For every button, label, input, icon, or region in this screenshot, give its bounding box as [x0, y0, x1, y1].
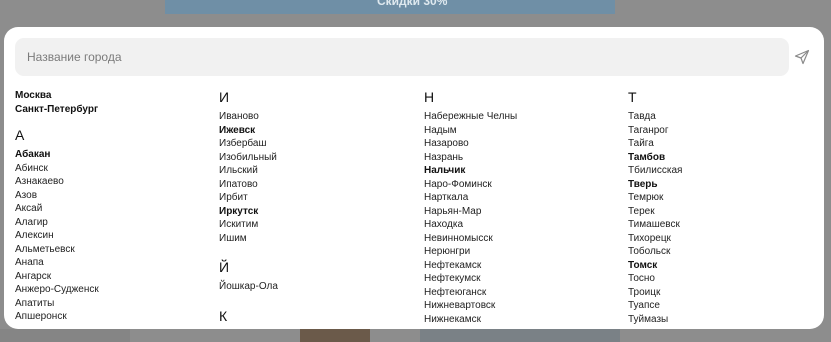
city-item[interactable]: Нефтеюганск — [424, 286, 614, 300]
city-item[interactable]: Тбилисская — [628, 164, 818, 178]
letter-group: Т Тавда Таганрог Тайга Тамбов Тбилисская Тверь… — [628, 89, 818, 326]
city-item[interactable]: Тамбов — [628, 151, 818, 165]
city-item[interactable]: Санкт-Петербург — [15, 103, 205, 117]
city-item[interactable]: Анжеро-Судженск — [15, 283, 205, 297]
letter-group: Й Йошкар-Ола — [219, 259, 409, 294]
city-item[interactable]: Ирбит — [219, 191, 409, 205]
banner-text: Скидки 30% — [377, 0, 448, 8]
city-column-1: Москва Санкт-Петербург А Абакан Абинск Азнака… — [15, 89, 205, 324]
background-strip — [0, 329, 130, 342]
city-item[interactable]: Иваново — [219, 110, 409, 124]
letter-group: Москва Санкт-Петербург — [15, 89, 205, 116]
city-item[interactable]: Набережные Челны — [424, 110, 614, 124]
city-item[interactable]: Тавда — [628, 110, 818, 124]
city-item[interactable]: Абинск — [15, 162, 205, 176]
city-item[interactable]: Ижевск — [219, 124, 409, 138]
city-item[interactable]: Азнакаево — [15, 175, 205, 189]
city-item[interactable]: Апшеронск — [15, 310, 205, 324]
city-item[interactable]: Нарткала — [424, 191, 614, 205]
city-item[interactable]: Тихорецк — [628, 232, 818, 246]
city-item[interactable]: Нарьян-Мар — [424, 205, 614, 219]
city-item[interactable]: Тверь — [628, 178, 818, 192]
city-item[interactable]: Нижнекамск — [424, 313, 614, 327]
letter-heading: Н — [424, 89, 435, 105]
city-item[interactable]: Ишим — [219, 232, 409, 246]
city-item[interactable]: Невинномысск — [424, 232, 614, 246]
city-item[interactable]: Наро-Фоминск — [424, 178, 614, 192]
background-banner: Скидки 30% — [165, 0, 615, 14]
letter-heading: Й — [219, 259, 230, 275]
city-item[interactable]: Альметьевск — [15, 243, 205, 257]
city-item[interactable]: Ильский — [219, 164, 409, 178]
city-search-box[interactable] — [15, 38, 789, 76]
city-item[interactable]: Тосно — [628, 272, 818, 286]
city-item[interactable]: Ипатово — [219, 178, 409, 192]
city-item[interactable]: Ангарск — [15, 270, 205, 284]
city-item[interactable]: Азов — [15, 189, 205, 203]
city-column-4: Т Тавда Таганрог Тайга Тамбов Тбилисская Тверь… — [628, 89, 818, 326]
city-item[interactable]: Темрюк — [628, 191, 818, 205]
letter-group: А Абакан Абинск Азнакаево Азов Аксай Алагир Але… — [15, 127, 205, 324]
city-item[interactable]: Анапа — [15, 256, 205, 270]
city-item[interactable]: Нерюнгри — [424, 245, 614, 259]
city-item[interactable]: Троицк — [628, 286, 818, 300]
city-item[interactable]: Алексин — [15, 229, 205, 243]
background-strip — [420, 328, 620, 342]
city-item[interactable]: Туапсе — [628, 299, 818, 313]
city-item[interactable]: Нефтекамск — [424, 259, 614, 273]
letter-heading: И — [219, 89, 230, 105]
letter-group: К — [219, 308, 409, 324]
city-item[interactable]: Нижневартовск — [424, 299, 614, 313]
city-item[interactable]: Тимашевск — [628, 218, 818, 232]
city-item[interactable]: Надым — [424, 124, 614, 138]
city-item[interactable]: Находка — [424, 218, 614, 232]
city-item[interactable]: Москва — [15, 89, 205, 103]
letter-heading: Т — [628, 89, 637, 105]
city-item[interactable]: Избербаш — [219, 137, 409, 151]
city-item[interactable]: Назрань — [424, 151, 614, 165]
city-item[interactable]: Туймазы — [628, 313, 818, 327]
letter-group: И Иваново Ижевск Избербаш Изобильный Ильский И… — [219, 89, 409, 245]
city-item[interactable]: Нальчик — [424, 164, 614, 178]
letter-heading: А — [15, 127, 25, 143]
city-item[interactable]: Изобильный — [219, 151, 409, 165]
city-item[interactable]: Апатиты — [15, 297, 205, 311]
city-item[interactable]: Йошкар-Ола — [219, 280, 409, 294]
letter-group: Н Набережные Челны Надым Назарово Назрань Нал… — [424, 89, 614, 326]
city-item[interactable]: Иркутск — [219, 205, 409, 219]
city-search-input[interactable] — [15, 38, 767, 76]
city-item[interactable]: Алагир — [15, 216, 205, 230]
city-item[interactable]: Таганрог — [628, 124, 818, 138]
city-item[interactable]: Тайга — [628, 137, 818, 151]
city-item[interactable]: Томск — [628, 259, 818, 273]
city-item[interactable]: Искитим — [219, 218, 409, 232]
location-arrow-icon[interactable] — [794, 49, 810, 65]
city-picker-panel: МоскваСанкт-Петербург А АбаканАбинскАзнака… — [4, 27, 824, 329]
city-item[interactable]: Нефтекумск — [424, 272, 614, 286]
city-item[interactable]: Аксай — [15, 202, 205, 216]
city-column-2: И Иваново Ижевск Избербаш Изобильный Ильский И… — [219, 89, 409, 329]
city-item[interactable]: Тобольск — [628, 245, 818, 259]
city-item[interactable]: Терек — [628, 205, 818, 219]
city-column-3: Н Набережные Челны Надым Назарово Назрань Нал… — [424, 89, 614, 326]
city-item[interactable]: Назарово — [424, 137, 614, 151]
letter-heading: К — [219, 307, 228, 324]
city-item[interactable]: Абакан — [15, 148, 205, 162]
